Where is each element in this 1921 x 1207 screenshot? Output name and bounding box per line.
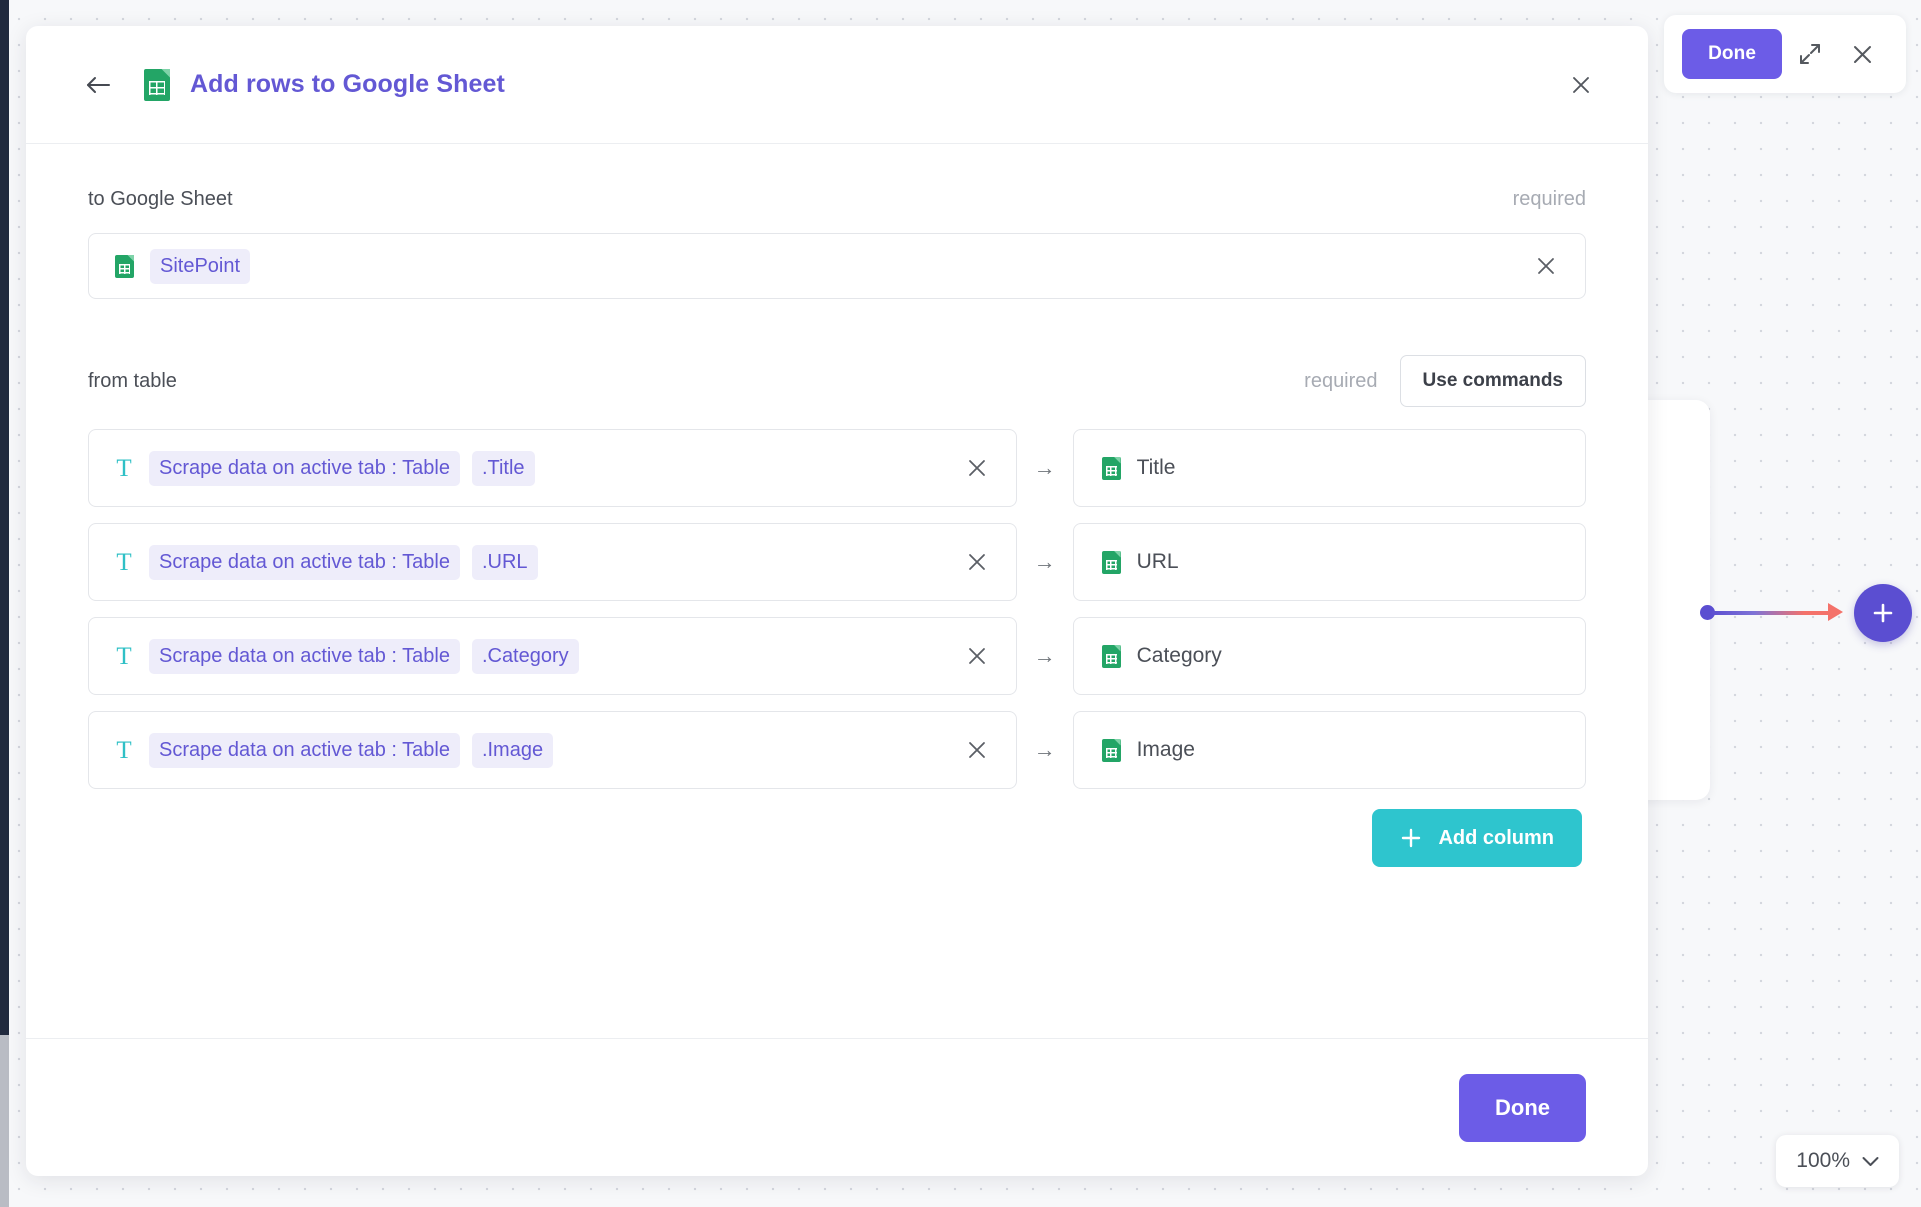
top-toolbar: Done (1664, 15, 1906, 93)
expand-icon (1797, 41, 1823, 67)
connector-line (1710, 611, 1836, 615)
sheet-field-header: to Google Sheet required (88, 188, 1586, 211)
workflow-canvas: ••• Done (0, 0, 1921, 1207)
mapping-target-label: Title (1137, 456, 1176, 480)
mapping-source-chip[interactable]: Scrape data on active tab : Table (149, 545, 460, 580)
mapping-clear-button[interactable] (960, 639, 994, 673)
close-icon (1850, 42, 1875, 67)
mapping-property-chip[interactable]: .Title (472, 451, 535, 486)
zoom-level-label: 100% (1796, 1149, 1850, 1173)
add-column-button[interactable]: Add column (1372, 809, 1582, 867)
mapping-target-label: URL (1137, 550, 1179, 574)
add-column-row: Add column (88, 809, 1586, 867)
expand-button[interactable] (1786, 30, 1834, 78)
close-icon (966, 457, 988, 479)
text-type-icon: T (111, 456, 137, 481)
mapping-arrow-icon: → (1017, 643, 1073, 669)
google-sheets-icon (115, 255, 134, 278)
modal-header: Add rows to Google Sheet (26, 26, 1648, 144)
close-icon (1569, 73, 1593, 97)
mapping-target-input[interactable]: URL (1073, 523, 1586, 601)
plus-icon (1870, 600, 1896, 626)
google-sheets-icon (1102, 457, 1121, 480)
close-icon (966, 645, 988, 667)
page-title: Add rows to Google Sheet (190, 70, 505, 99)
done-button-top[interactable]: Done (1682, 29, 1782, 79)
text-type-icon: T (111, 644, 137, 669)
mapping-target-label: Category (1137, 644, 1222, 668)
add-node-button[interactable] (1854, 584, 1912, 642)
table-row: T Scrape data on active tab : Table .Ima… (88, 711, 1586, 789)
close-icon (966, 739, 988, 761)
mapping-clear-button[interactable] (960, 451, 994, 485)
modal-body: to Google Sheet required SitePoint from … (26, 144, 1648, 1038)
sheet-clear-button[interactable] (1529, 249, 1563, 283)
mapping-source-chip[interactable]: Scrape data on active tab : Table (149, 451, 460, 486)
add-column-label: Add column (1438, 827, 1554, 850)
app-left-rail (0, 0, 9, 1035)
sheet-required-label: required (1513, 188, 1586, 211)
app-left-rail-lower (0, 1035, 9, 1207)
mapping-source-input[interactable]: T Scrape data on active tab : Table .Tit… (88, 429, 1017, 507)
mapping-source-input[interactable]: T Scrape data on active tab : Table .Ima… (88, 711, 1017, 789)
mapping-source-input[interactable]: T Scrape data on active tab : Table .Cat… (88, 617, 1017, 695)
mapping-target-input[interactable]: Title (1073, 429, 1586, 507)
google-sheets-icon (144, 69, 170, 101)
table-row: T Scrape data on active tab : Table .URL… (88, 523, 1586, 601)
table-field-label: from table (88, 370, 177, 393)
close-icon (966, 551, 988, 573)
modal-footer: Done (26, 1038, 1648, 1176)
table-required-label: required (1304, 370, 1377, 393)
use-commands-button[interactable]: Use commands (1400, 355, 1586, 407)
sheet-field-label: to Google Sheet (88, 188, 233, 211)
mapping-property-chip[interactable]: .Category (472, 639, 579, 674)
modal-close-button[interactable] (1558, 62, 1604, 108)
connector-arrowhead-icon (1828, 603, 1843, 621)
action-config-modal: Add rows to Google Sheet to Google Sheet… (26, 26, 1648, 1176)
chevron-down-icon (1862, 1156, 1879, 1167)
close-workflow-button[interactable] (1838, 30, 1886, 78)
mapping-arrow-icon: → (1017, 455, 1073, 481)
mapping-clear-button[interactable] (960, 545, 994, 579)
mapping-property-chip[interactable]: .URL (472, 545, 538, 580)
mapping-property-chip[interactable]: .Image (472, 733, 553, 768)
done-button-bottom[interactable]: Done (1459, 1074, 1586, 1142)
google-sheets-icon (1102, 739, 1121, 762)
close-icon (1535, 255, 1557, 277)
mapping-target-input[interactable]: Image (1073, 711, 1586, 789)
table-field-header: from table required Use commands (88, 355, 1586, 407)
mapping-arrow-icon: → (1017, 549, 1073, 575)
mapping-source-input[interactable]: T Scrape data on active tab : Table .URL (88, 523, 1017, 601)
table-row: T Scrape data on active tab : Table .Tit… (88, 429, 1586, 507)
node-connector (1700, 598, 1900, 628)
google-sheets-icon (1102, 645, 1121, 668)
zoom-control[interactable]: 100% (1776, 1135, 1899, 1187)
back-button[interactable] (78, 65, 118, 105)
text-type-icon: T (111, 550, 137, 575)
mapping-source-chip[interactable]: Scrape data on active tab : Table (149, 733, 460, 768)
google-sheets-icon (1102, 551, 1121, 574)
sheet-input[interactable]: SitePoint (88, 233, 1586, 299)
mapping-source-chip[interactable]: Scrape data on active tab : Table (149, 639, 460, 674)
table-row: T Scrape data on active tab : Table .Cat… (88, 617, 1586, 695)
plus-icon (1400, 827, 1422, 849)
mapping-arrow-icon: → (1017, 737, 1073, 763)
mapping-target-input[interactable]: Category (1073, 617, 1586, 695)
sheet-value-chip[interactable]: SitePoint (150, 249, 250, 284)
mapping-clear-button[interactable] (960, 733, 994, 767)
back-arrow-icon (85, 74, 111, 96)
mapping-target-label: Image (1137, 738, 1195, 762)
text-type-icon: T (111, 738, 137, 763)
